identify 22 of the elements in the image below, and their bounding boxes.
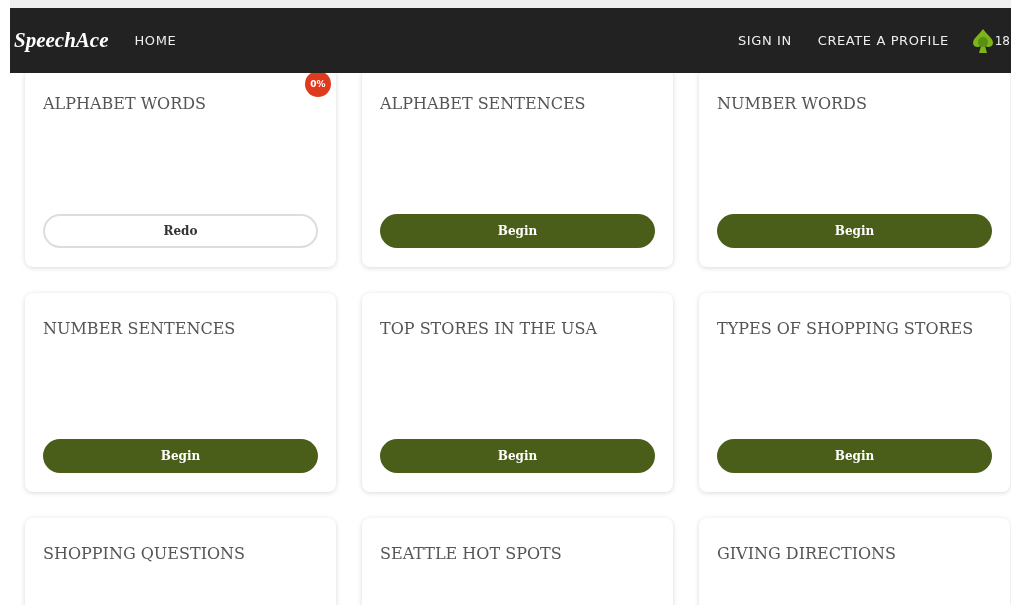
score-badge: 0% bbox=[305, 71, 331, 97]
lesson-button[interactable]: Begin bbox=[380, 439, 655, 473]
card-title: TYPES OF SHOPPING STORES bbox=[717, 319, 975, 340]
card-title: TOP STORES IN THE USA bbox=[380, 319, 599, 340]
lesson-button[interactable]: Begin bbox=[380, 214, 655, 248]
card-title: NUMBER SENTENCES bbox=[43, 319, 237, 340]
logo[interactable]: SpeechAce bbox=[14, 28, 109, 53]
lesson-button[interactable]: Redo bbox=[43, 214, 318, 248]
card-title: SEATTLE HOT SPOTS bbox=[380, 544, 563, 565]
points-count: 18 bbox=[994, 33, 1010, 48]
lesson-button[interactable]: Begin bbox=[717, 214, 992, 248]
spade-icon bbox=[972, 28, 993, 53]
nav-link[interactable]: CREATE A PROFILE bbox=[817, 33, 949, 48]
card-title: SHOPPING QUESTIONS bbox=[43, 544, 247, 565]
nav-link[interactable]: HOME bbox=[134, 33, 177, 48]
card-title: GIVING DIRECTIONS bbox=[717, 544, 898, 565]
lesson-button[interactable]: Begin bbox=[717, 439, 992, 473]
lesson-button[interactable]: Begin bbox=[43, 439, 318, 473]
nav-link[interactable]: SIGN IN bbox=[737, 33, 792, 48]
card-title: ALPHABET WORDS bbox=[43, 94, 208, 115]
card-title: ALPHABET SENTENCES bbox=[380, 94, 587, 115]
card-title: NUMBER WORDS bbox=[717, 94, 868, 115]
